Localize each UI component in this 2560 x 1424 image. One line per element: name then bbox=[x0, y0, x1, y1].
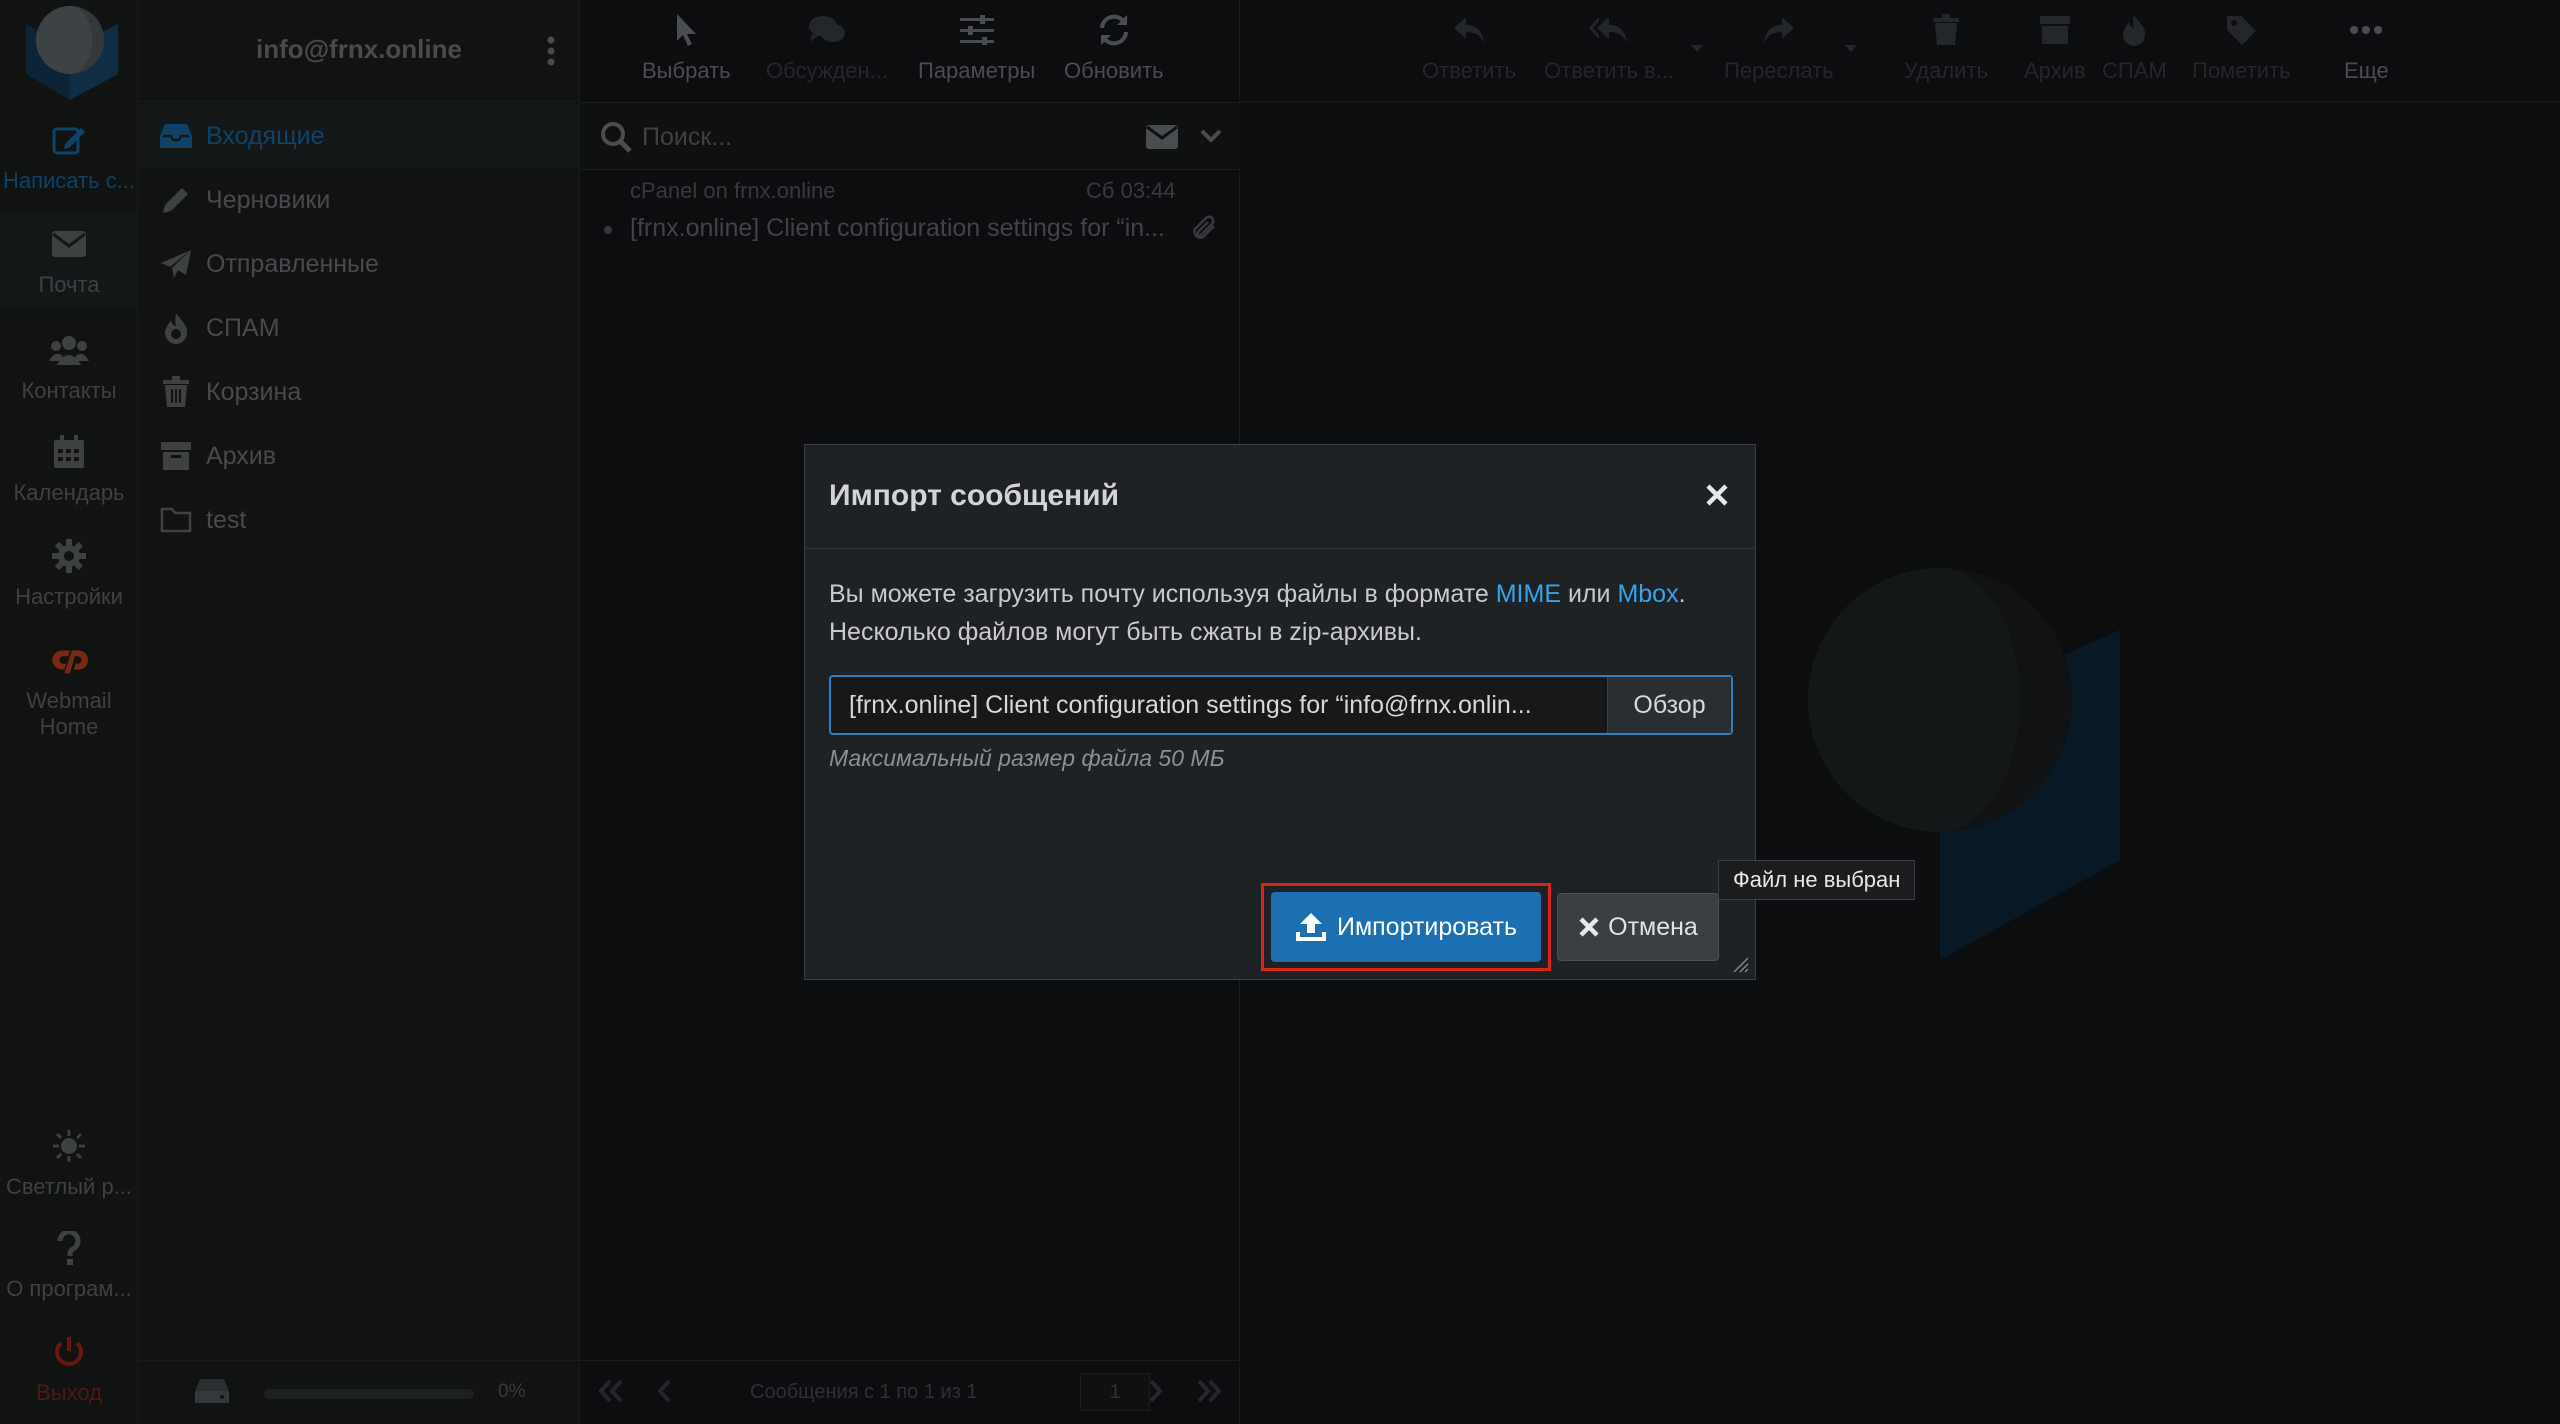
dialog-header: Импорт сообщений bbox=[805, 445, 1755, 549]
cancel-button[interactable]: Отмена bbox=[1557, 893, 1719, 961]
import-label: Импортировать bbox=[1336, 912, 1517, 941]
dialog-title: Импорт сообщений bbox=[829, 479, 1120, 512]
file-tooltip: Файл не выбран bbox=[1718, 860, 1916, 900]
max-size-hint: Максимальный размер файла 50 МБ bbox=[829, 745, 1225, 771]
import-dialog: Импорт сообщений Вы можете загрузить поч… bbox=[804, 444, 1756, 980]
browse-button[interactable]: Обзор bbox=[1607, 677, 1731, 733]
desc-text-1: Вы можете загрузить почту используя файл… bbox=[829, 580, 1496, 608]
mime-link[interactable]: MIME bbox=[1496, 580, 1561, 608]
desc-text-2: Несколько файлов могут быть сжаты в zip-… bbox=[829, 618, 1422, 646]
file-name-value: [frnx.online] Client configuration setti… bbox=[849, 691, 1532, 719]
file-input[interactable]: [frnx.online] Client configuration setti… bbox=[829, 675, 1733, 735]
import-button-highlight: Импортировать bbox=[1261, 883, 1551, 971]
desc-or: или bbox=[1561, 580, 1618, 608]
dialog-description: Вы можете загрузить почту используя файл… bbox=[829, 575, 1729, 651]
desc-period: . bbox=[1678, 580, 1686, 608]
import-button[interactable]: Импортировать bbox=[1271, 892, 1541, 962]
resize-handle-icon[interactable] bbox=[1731, 955, 1749, 973]
mbox-link[interactable]: Mbox bbox=[1617, 580, 1678, 608]
upload-icon bbox=[1295, 912, 1327, 942]
cancel-label: Отмена bbox=[1608, 912, 1698, 941]
close-icon[interactable] bbox=[1705, 483, 1729, 507]
close-icon bbox=[1578, 916, 1600, 938]
